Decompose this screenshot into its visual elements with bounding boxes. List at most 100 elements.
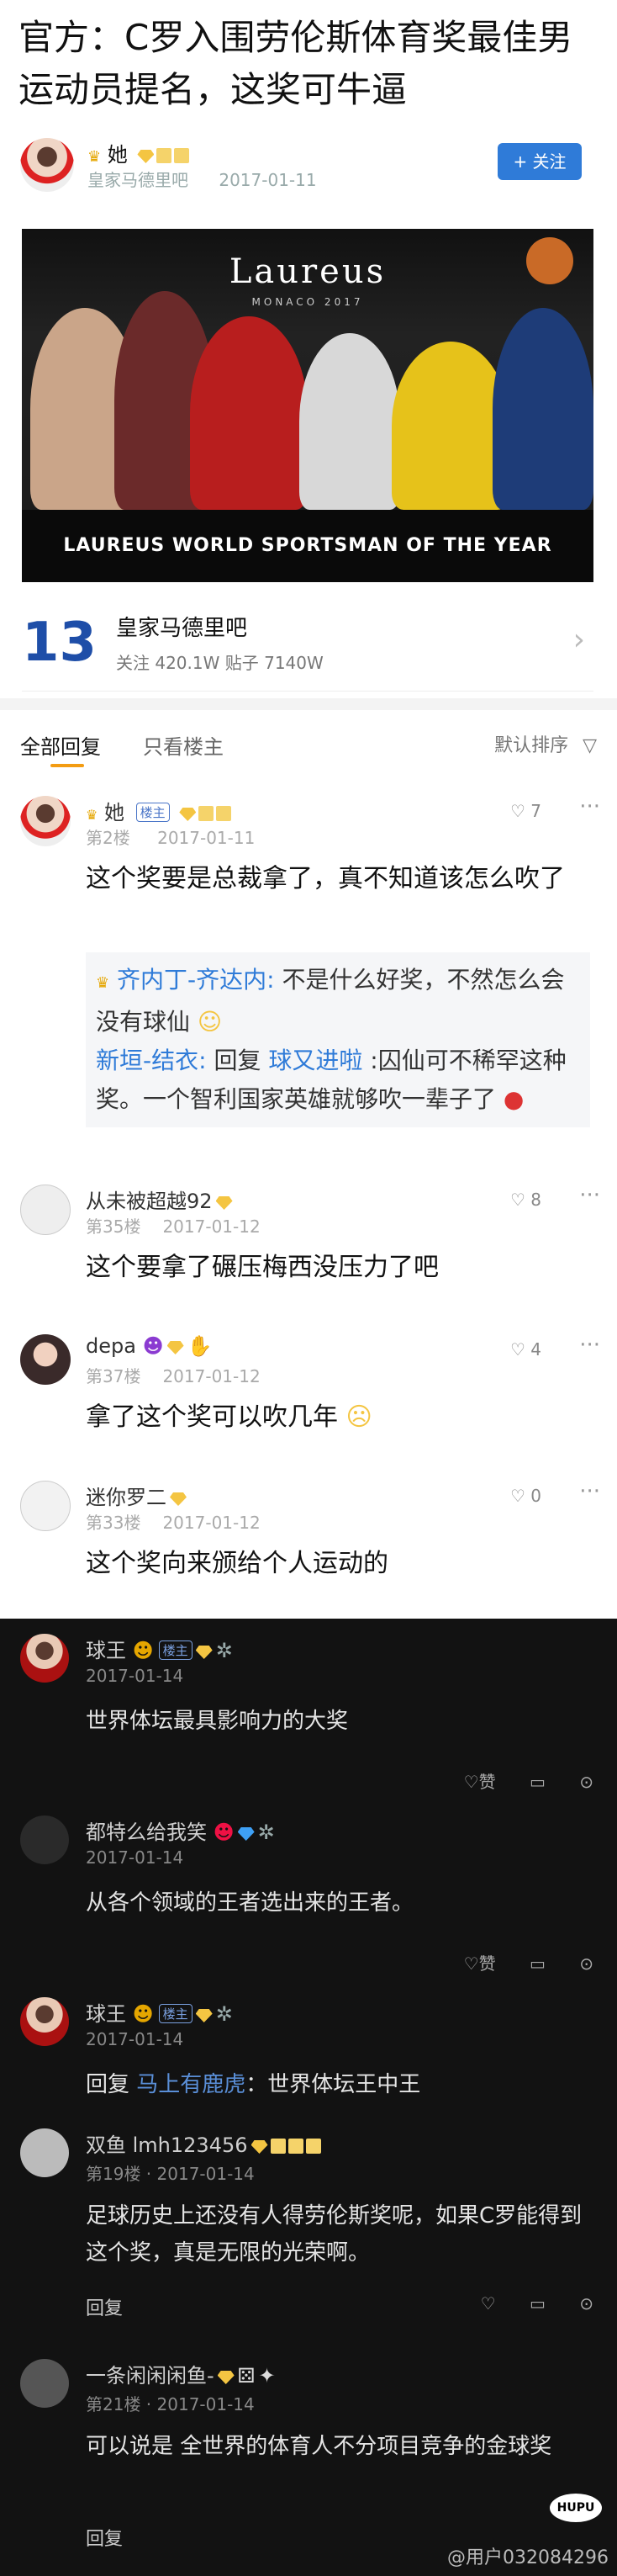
- reply-item: 从未被超越92 第35楼 2017-01-12 ♡ 8 ··· 这个要拿了碾压梅西…: [20, 1183, 600, 1319]
- user-name[interactable]: depa ☻ ✋: [86, 1334, 213, 1358]
- floor-info: 第21楼 · 2017-01-14: [86, 2394, 255, 2414]
- reply-tabs: 全部回复 只看楼主 默认排序 ▽: [0, 720, 617, 771]
- author-sub: 皇家马德里吧 2017-01-11: [87, 170, 317, 190]
- forum-card[interactable]: 13 皇家马德里吧 关注 420.1W 贴子 7140W ›: [22, 591, 593, 692]
- follow-button[interactable]: + 关注: [498, 143, 582, 180]
- reply-actions: ♡ ▭ ⊙: [481, 2293, 593, 2314]
- reply-button[interactable]: 回复: [86, 2524, 123, 2551]
- dice-icon: ⚄: [237, 2364, 256, 2388]
- thumb-icon: ♡: [509, 1339, 525, 1360]
- more-icon[interactable]: ⊙: [579, 1772, 593, 1792]
- gem-icon: [237, 1827, 255, 1841]
- more-icon[interactable]: ···: [579, 794, 600, 819]
- owner-badge: 楼主: [135, 803, 170, 822]
- reply-item: 球王 ☻ 楼主 ✲ 2017-01-14 世界体坛最具影响力的大奖 ♡赞 ▭ ⊙: [20, 1634, 600, 1802]
- user-name[interactable]: 都特么给我笑 ☻ ✲: [86, 1815, 275, 1845]
- reply-text: 拿了这个奖可以吹几年 ☹: [86, 1402, 372, 1432]
- user-name[interactable]: 球王 ☻ 楼主 ✲: [86, 1997, 233, 2027]
- user-avatar[interactable]: [20, 1815, 69, 1864]
- author-row: ♛ 她 皇家马德里吧 2017-01-11 + 关注: [20, 136, 600, 195]
- user-avatar[interactable]: [20, 1185, 71, 1235]
- reply-text: 可以说是 全世界的体育人不分项目竞争的金球奖: [86, 2434, 552, 2459]
- sort-dropdown[interactable]: 默认排序 ▽: [494, 730, 597, 757]
- athlete-figure: [392, 342, 509, 510]
- athlete-figure: [190, 316, 308, 510]
- more-icon[interactable]: ⊙: [579, 2293, 593, 2314]
- author-name[interactable]: ♛ 她: [87, 138, 190, 167]
- reply-actions: ♡赞 ▭ ⊙: [464, 1950, 593, 1974]
- user-avatar[interactable]: [20, 796, 71, 846]
- gem-icon: [250, 2140, 268, 2154]
- worried-emoji-icon: ☹: [345, 1402, 372, 1432]
- page: 官方：C罗入围劳伦斯体育奖最佳男运动员提名，这奖可牛逼 ♛ 她 皇家马德里吧 2…: [0, 0, 617, 2576]
- like-button[interactable]: ♡赞: [464, 1772, 496, 1792]
- floor-info: 第33楼 2017-01-12: [86, 1513, 261, 1533]
- tab-underline: [50, 764, 84, 767]
- user-name[interactable]: 球王 ☻ 楼主 ✲: [86, 1634, 233, 1663]
- like-icon[interactable]: ♡: [481, 2293, 496, 2314]
- user-avatar[interactable]: [20, 1997, 69, 2046]
- user-avatar[interactable]: [20, 1481, 71, 1531]
- user-name[interactable]: 迷你罗二: [86, 1481, 187, 1510]
- like-button[interactable]: ♡赞: [464, 1953, 496, 1974]
- user-name[interactable]: 双鱼 lmh123456: [86, 2128, 321, 2158]
- comment-icon[interactable]: ▭: [530, 1772, 546, 1792]
- dark-reply-section: 球王 ☻ 楼主 ✲ 2017-01-14 世界体坛最具影响力的大奖 ♡赞 ▭ ⊙ 都…: [0, 1619, 617, 2576]
- floor-info: 第35楼 2017-01-12: [86, 1216, 261, 1237]
- crown-icon: ♛: [86, 807, 98, 823]
- more-icon[interactable]: ···: [579, 1333, 600, 1358]
- tab-owner-only[interactable]: 只看楼主: [143, 730, 224, 760]
- more-icon[interactable]: ⊙: [579, 1953, 593, 1974]
- floor-info: 第19楼 · 2017-01-14: [86, 2164, 255, 2184]
- gamepad-icon: ✦: [258, 2364, 276, 2388]
- like-button[interactable]: ♡ 4: [510, 1339, 541, 1360]
- tomato-emoji-icon: ●: [503, 1085, 525, 1113]
- hands-emoji-icon: ✋: [187, 1334, 213, 1358]
- hupu-logo: HUPU: [550, 2494, 602, 2522]
- reply-text: 世界体坛最具影响力的大奖: [86, 1709, 349, 1734]
- level-icon: [156, 148, 172, 163]
- like-button[interactable]: ♡ 0: [510, 1486, 541, 1506]
- more-icon[interactable]: ···: [579, 1479, 600, 1504]
- post-title: 官方：C罗入围劳伦斯体育奖最佳男运动员提名，这奖可牛逼: [18, 17, 573, 110]
- hero-image: Laureus MONACO 2017 LAUREUS WORLD SPORTS…: [22, 229, 593, 582]
- user-avatar[interactable]: [20, 2128, 69, 2177]
- like-button[interactable]: ♡ 8: [510, 1190, 541, 1210]
- user-name[interactable]: 从未被超越92: [86, 1185, 233, 1214]
- reply-text: 回复 马上有鹿虎：世界体坛王中王: [86, 2072, 421, 2097]
- floor-info: 2017-01-14: [86, 1847, 184, 1868]
- user-avatar[interactable]: [20, 2359, 69, 2408]
- level-icon: [174, 148, 190, 163]
- gear-icon: ✲: [215, 2002, 233, 2026]
- reply-text: 这个奖要是总裁拿了，真不知道该怎么吹了: [86, 864, 565, 893]
- reply-actions: ♡赞 ▭ ⊙: [464, 1768, 593, 1793]
- forum-name: 皇家马德里吧: [116, 616, 248, 641]
- gem-icon: [179, 808, 197, 821]
- smile-emoji-icon: ☺: [197, 1008, 223, 1036]
- user-avatar[interactable]: [20, 1634, 69, 1683]
- hero-caption: LAUREUS WORLD SPORTSMAN OF THE YEAR NOMI…: [22, 510, 593, 582]
- comment-icon[interactable]: ▭: [530, 1953, 546, 1974]
- tiger-emoji-icon: ☻: [132, 2002, 154, 2026]
- laureus-logo-sub: MONACO 2017: [251, 296, 364, 308]
- tab-all-replies[interactable]: 全部回复: [20, 730, 101, 760]
- user-name[interactable]: 一条闲闲闲鱼- ⚄ ✦: [86, 2359, 276, 2388]
- more-icon[interactable]: ···: [579, 1183, 600, 1208]
- like-button[interactable]: ♡ 7: [510, 801, 541, 821]
- chevron-right-icon: ›: [572, 623, 585, 657]
- thumb-icon: ♡: [509, 801, 525, 821]
- user-avatar[interactable]: [20, 1334, 71, 1385]
- floor-info: 2017-01-14: [86, 2029, 184, 2049]
- thumb-icon: ♡: [509, 1190, 525, 1210]
- floor-info: 第2楼 2017-01-11: [86, 828, 256, 848]
- user-name[interactable]: ♛ 她 楼主: [86, 796, 232, 825]
- quoted-replies[interactable]: ♛ 齐内丁-齐达内: 不是什么好奖，不然怎么会没有球仙 ☺ 新垣-结衣: 回复 …: [86, 952, 590, 1127]
- author-avatar[interactable]: [20, 138, 74, 192]
- reply-text: 这个要拿了碾压梅西没压力了吧: [86, 1253, 439, 1282]
- level-icon: [198, 806, 214, 821]
- reply-button[interactable]: 回复: [86, 2293, 123, 2320]
- forum-stats: 关注 420.1W 贴子 7140W: [116, 653, 324, 673]
- filter-icon: ▽: [583, 735, 597, 756]
- reply-item: 都特么给我笑 ☻ ✲ 2017-01-14 从各个领域的王者选出来的王者。 ♡赞 …: [20, 1815, 600, 1980]
- comment-icon[interactable]: ▭: [530, 2293, 546, 2314]
